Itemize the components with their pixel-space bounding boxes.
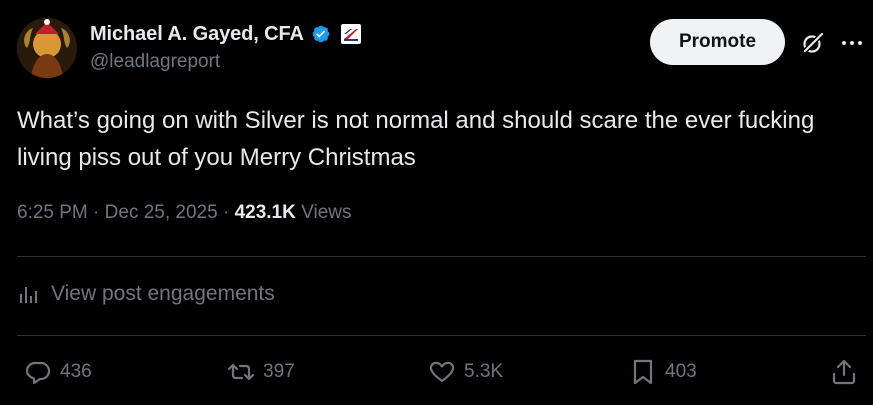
grok-icon[interactable] [800,30,826,56]
like-icon [429,361,455,383]
meta-separator: · [222,202,235,223]
repost-button[interactable]: 397 [227,352,295,392]
post-text: What’s going on with Silver is not norma… [17,107,815,171]
divider [17,335,866,336]
share-icon [832,359,856,385]
view-engagements-label: View post engagements [51,282,275,305]
views-label: Views [301,202,352,223]
more-icon[interactable] [838,30,866,56]
views-count: 423.1K [234,202,296,223]
bookmark-button[interactable]: 403 [629,352,697,392]
reply-button[interactable]: 436 [24,352,92,392]
like-count: 5.3K [464,361,504,382]
author-handle[interactable]: @leadlagreport [90,51,220,73]
share-button[interactable] [830,352,866,392]
post-time[interactable]: 6:25 PM [17,202,88,223]
divider [17,256,866,257]
bookmark-count: 403 [665,361,697,382]
avatar-image [17,18,77,78]
post-detail: Michael A. Gayed, CFA @leadlagreport Pro… [0,0,873,405]
view-engagements-link[interactable]: View post engagements [17,282,275,306]
verified-badge-icon[interactable] [310,23,332,45]
analytics-icon [20,287,37,303]
affiliate-badge-icon[interactable] [340,23,362,45]
meta-separator: · [93,202,105,223]
bookmark-icon [633,359,653,385]
reply-icon [25,361,51,385]
author-display-name[interactable]: Michael A. Gayed, CFA [90,23,304,46]
repost-icon [227,363,255,381]
like-button[interactable]: 5.3K [428,352,503,392]
author-name-row: Michael A. Gayed, CFA [90,21,362,47]
post-date[interactable]: Dec 25, 2025 [105,202,218,223]
reply-count: 436 [60,361,92,382]
action-bar: 436 397 5.3K 403 [0,352,873,392]
repost-count: 397 [263,361,295,382]
post-meta: 6:25 PM · Dec 25, 2025 · 423.1K Views [17,202,351,224]
promote-button[interactable]: Promote [650,19,785,65]
avatar[interactable] [17,18,77,78]
